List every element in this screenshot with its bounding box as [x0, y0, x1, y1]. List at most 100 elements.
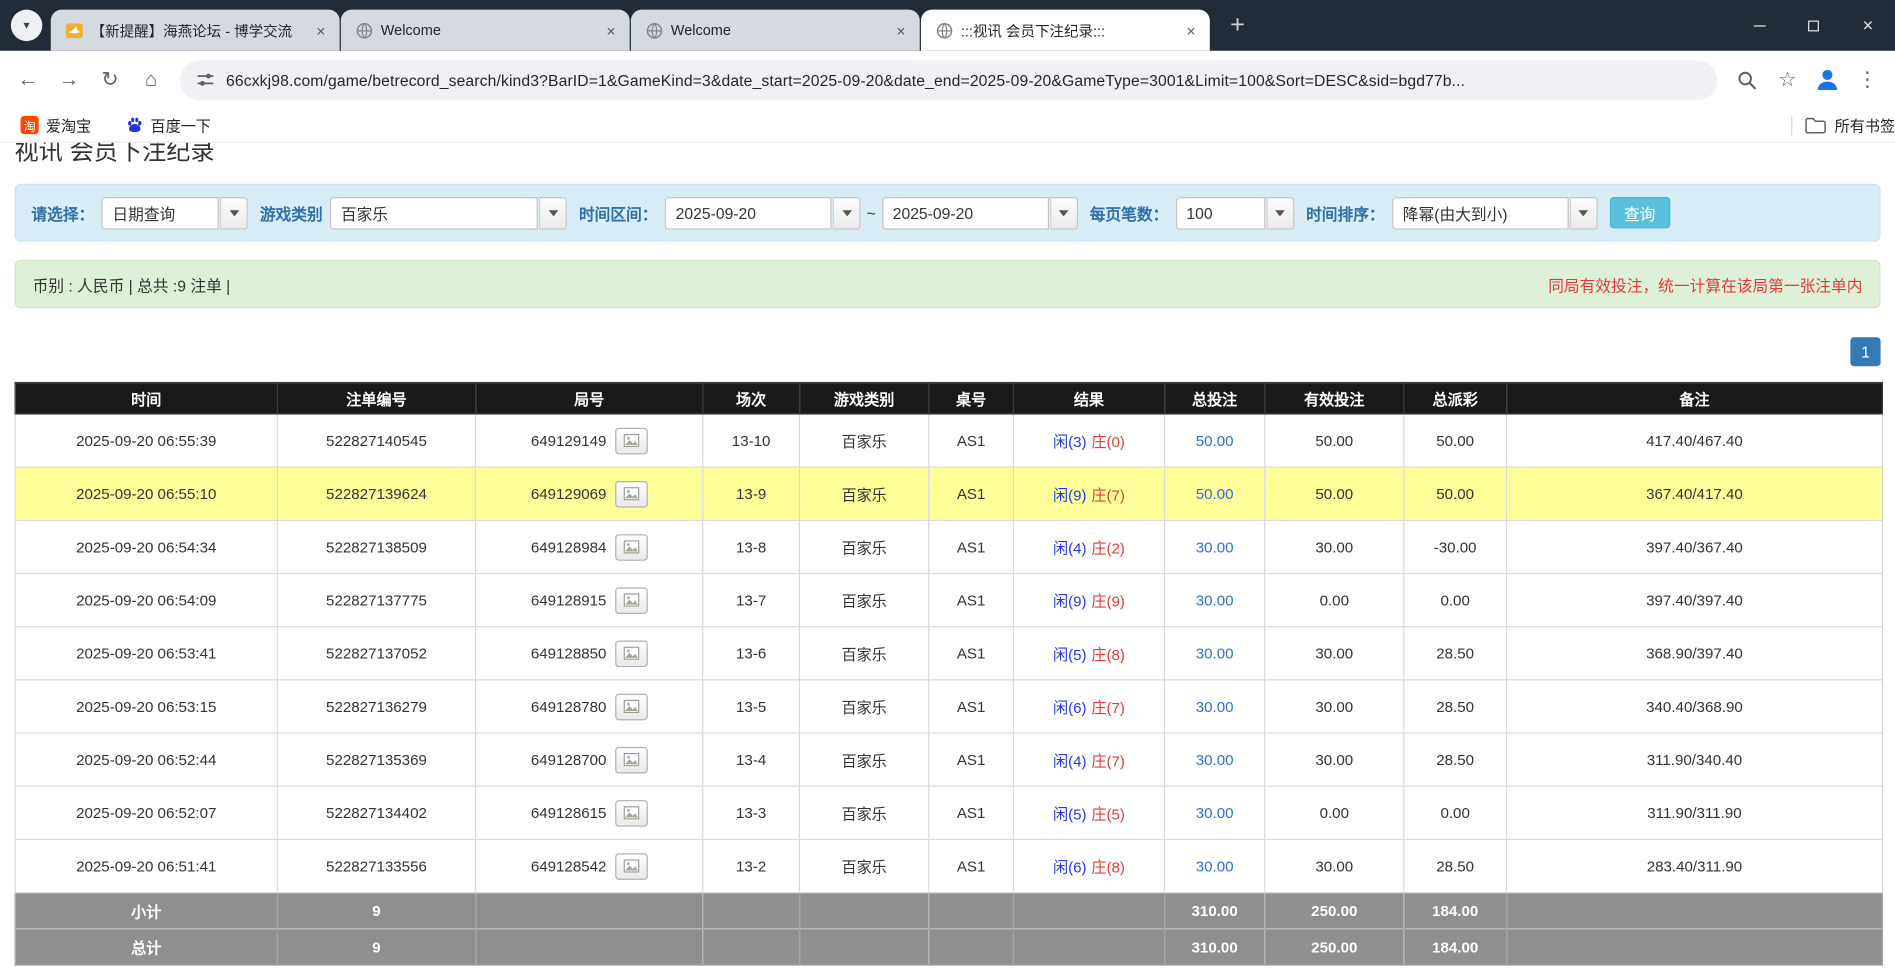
- cell-table-no: AS1: [929, 573, 1014, 626]
- tab-close-icon[interactable]: ×: [311, 20, 332, 41]
- address-bar[interactable]: 66cxkj98.com/game/betrecord_search/kind3…: [180, 60, 1717, 100]
- query-type-dropdown-button[interactable]: [220, 196, 248, 229]
- bookmark-item-baidu[interactable]: 百度一下: [117, 112, 220, 139]
- browser-tab[interactable]: 【新提醒】海燕论坛 - 博学交流 ×: [51, 10, 340, 51]
- minimize-button[interactable]: [1732, 0, 1786, 51]
- cell-valid-bet: 0.00: [1265, 786, 1404, 839]
- bookmark-label: 爱淘宝: [46, 114, 91, 137]
- image-icon: [623, 434, 639, 447]
- per-page-combo: [1176, 196, 1294, 229]
- profile-avatar[interactable]: [1808, 60, 1847, 99]
- subtotal-cell: [1013, 893, 1164, 929]
- home-button[interactable]: ⌂: [131, 59, 172, 100]
- browser-tab[interactable]: Welcome ×: [341, 10, 630, 51]
- cell-valid-bet: 30.00: [1265, 733, 1404, 786]
- cell-payout: -30.00: [1404, 520, 1507, 573]
- range-separator: ~: [867, 204, 876, 222]
- image-icon: [623, 700, 639, 713]
- date-start-input[interactable]: [665, 196, 832, 229]
- round-snapshot-button[interactable]: [615, 853, 648, 880]
- round-number: 649129149: [531, 432, 607, 449]
- back-button[interactable]: ←: [7, 59, 48, 100]
- total-cell: [476, 929, 703, 965]
- banker-result: 庄(0): [1091, 434, 1125, 451]
- table-row: 2025-09-20 06:51:41 522827133556 6491285…: [15, 839, 1882, 892]
- per-page-label: 每页笔数：: [1090, 201, 1169, 224]
- forward-button[interactable]: →: [48, 59, 89, 100]
- maximize-button[interactable]: [1786, 0, 1840, 51]
- cell-payout: 28.50: [1404, 627, 1507, 680]
- round-snapshot-button[interactable]: [615, 480, 648, 507]
- cell-session: 13-5: [703, 680, 800, 733]
- cell-session: 13-10: [703, 414, 800, 467]
- column-header: 总投注: [1164, 383, 1264, 414]
- total-bet-link[interactable]: 30.00: [1196, 645, 1234, 662]
- cell-note: 311.90/340.40: [1507, 733, 1883, 786]
- round-snapshot-button[interactable]: [615, 534, 648, 561]
- query-type-combo: [102, 196, 248, 229]
- cell-game-type: 百家乐: [799, 627, 928, 680]
- bookmark-star-button[interactable]: ☆: [1767, 59, 1808, 100]
- total-bet-link[interactable]: 30.00: [1196, 698, 1234, 715]
- subtotal-cell: 310.00: [1164, 893, 1264, 929]
- total-bet-link[interactable]: 30.00: [1196, 538, 1234, 555]
- total-bet-link[interactable]: 30.00: [1196, 804, 1234, 821]
- total-bet-link[interactable]: 50.00: [1196, 485, 1234, 502]
- reload-button[interactable]: ↻: [89, 59, 130, 100]
- browser-tab[interactable]: :::视讯 会员下注纪录::: ×: [921, 10, 1210, 51]
- round-number: 649129069: [531, 485, 607, 502]
- round-snapshot-button[interactable]: [615, 693, 648, 720]
- round-snapshot-button[interactable]: [615, 427, 648, 454]
- total-bet-link[interactable]: 50.00: [1196, 432, 1234, 449]
- game-type-combo: [330, 196, 567, 229]
- bet-records-table: 时间注单编号局号场次游戏类别桌号结果总投注有效投注总派彩备注 2025-09-2…: [15, 382, 1883, 966]
- cell-payout: 28.50: [1404, 680, 1507, 733]
- cell-session: 13-2: [703, 839, 800, 892]
- game-type-dropdown-button[interactable]: [539, 196, 567, 229]
- tab-close-icon[interactable]: ×: [601, 20, 622, 41]
- cell-result: 闲(5)庄(8): [1013, 627, 1164, 680]
- all-bookmarks-button[interactable]: 所有书签: [1804, 112, 1895, 139]
- cell-valid-bet: 0.00: [1265, 573, 1404, 626]
- time-sort-dropdown-button[interactable]: [1570, 196, 1598, 229]
- banker-result: 庄(2): [1091, 540, 1125, 557]
- date-end-input[interactable]: [882, 196, 1049, 229]
- game-type-input[interactable]: [330, 196, 538, 229]
- notice-text: 同局有效投注，统一计算在该局第一张注单内: [1548, 273, 1862, 296]
- date-end-dropdown-button[interactable]: [1050, 196, 1078, 229]
- cell-result: 闲(4)庄(7): [1013, 733, 1164, 786]
- round-snapshot-button[interactable]: [615, 587, 648, 614]
- pagination: 1: [15, 337, 1881, 366]
- subtotal-cell: [1507, 893, 1883, 929]
- bookmarks-right: 所有书签: [1779, 112, 1895, 139]
- browser-tab[interactable]: Welcome ×: [631, 10, 920, 51]
- time-sort-input[interactable]: [1392, 196, 1568, 229]
- cell-bet-id: 522827135369: [277, 733, 475, 786]
- banker-result: 庄(9): [1091, 593, 1125, 610]
- site-settings-icon[interactable]: [196, 70, 215, 89]
- zoom-button[interactable]: [1726, 59, 1767, 100]
- tab-close-icon[interactable]: ×: [1181, 20, 1202, 41]
- round-snapshot-button[interactable]: [615, 799, 648, 826]
- total-bet-link[interactable]: 30.00: [1196, 592, 1234, 609]
- total-bet-link[interactable]: 30.00: [1196, 751, 1234, 768]
- menu-button[interactable]: ⋮: [1847, 59, 1888, 100]
- date-start-dropdown-button[interactable]: [833, 196, 861, 229]
- total-cell: [799, 929, 928, 965]
- all-bookmarks-label: 所有书签: [1835, 114, 1895, 137]
- cell-result: 闲(5)庄(5): [1013, 786, 1164, 839]
- page-number-button[interactable]: 1: [1850, 337, 1880, 366]
- search-button[interactable]: 查询: [1609, 197, 1669, 228]
- tab-close-icon[interactable]: ×: [891, 20, 912, 41]
- query-type-input[interactable]: [102, 196, 219, 229]
- close-button[interactable]: ×: [1841, 0, 1895, 51]
- per-page-dropdown-button[interactable]: [1266, 196, 1294, 229]
- page-content: 视讯 会员下注纪录 请选择： 游戏类别 时间区间： ~: [0, 143, 1895, 975]
- bookmark-item-taobao[interactable]: 淘 爱淘宝: [12, 112, 100, 139]
- total-bet-link[interactable]: 30.00: [1196, 858, 1234, 875]
- per-page-input[interactable]: [1176, 196, 1265, 229]
- round-snapshot-button[interactable]: [615, 746, 648, 773]
- tab-search-button[interactable]: ▾: [11, 10, 42, 41]
- new-tab-button[interactable]: +: [1219, 7, 1255, 43]
- round-snapshot-button[interactable]: [615, 640, 648, 667]
